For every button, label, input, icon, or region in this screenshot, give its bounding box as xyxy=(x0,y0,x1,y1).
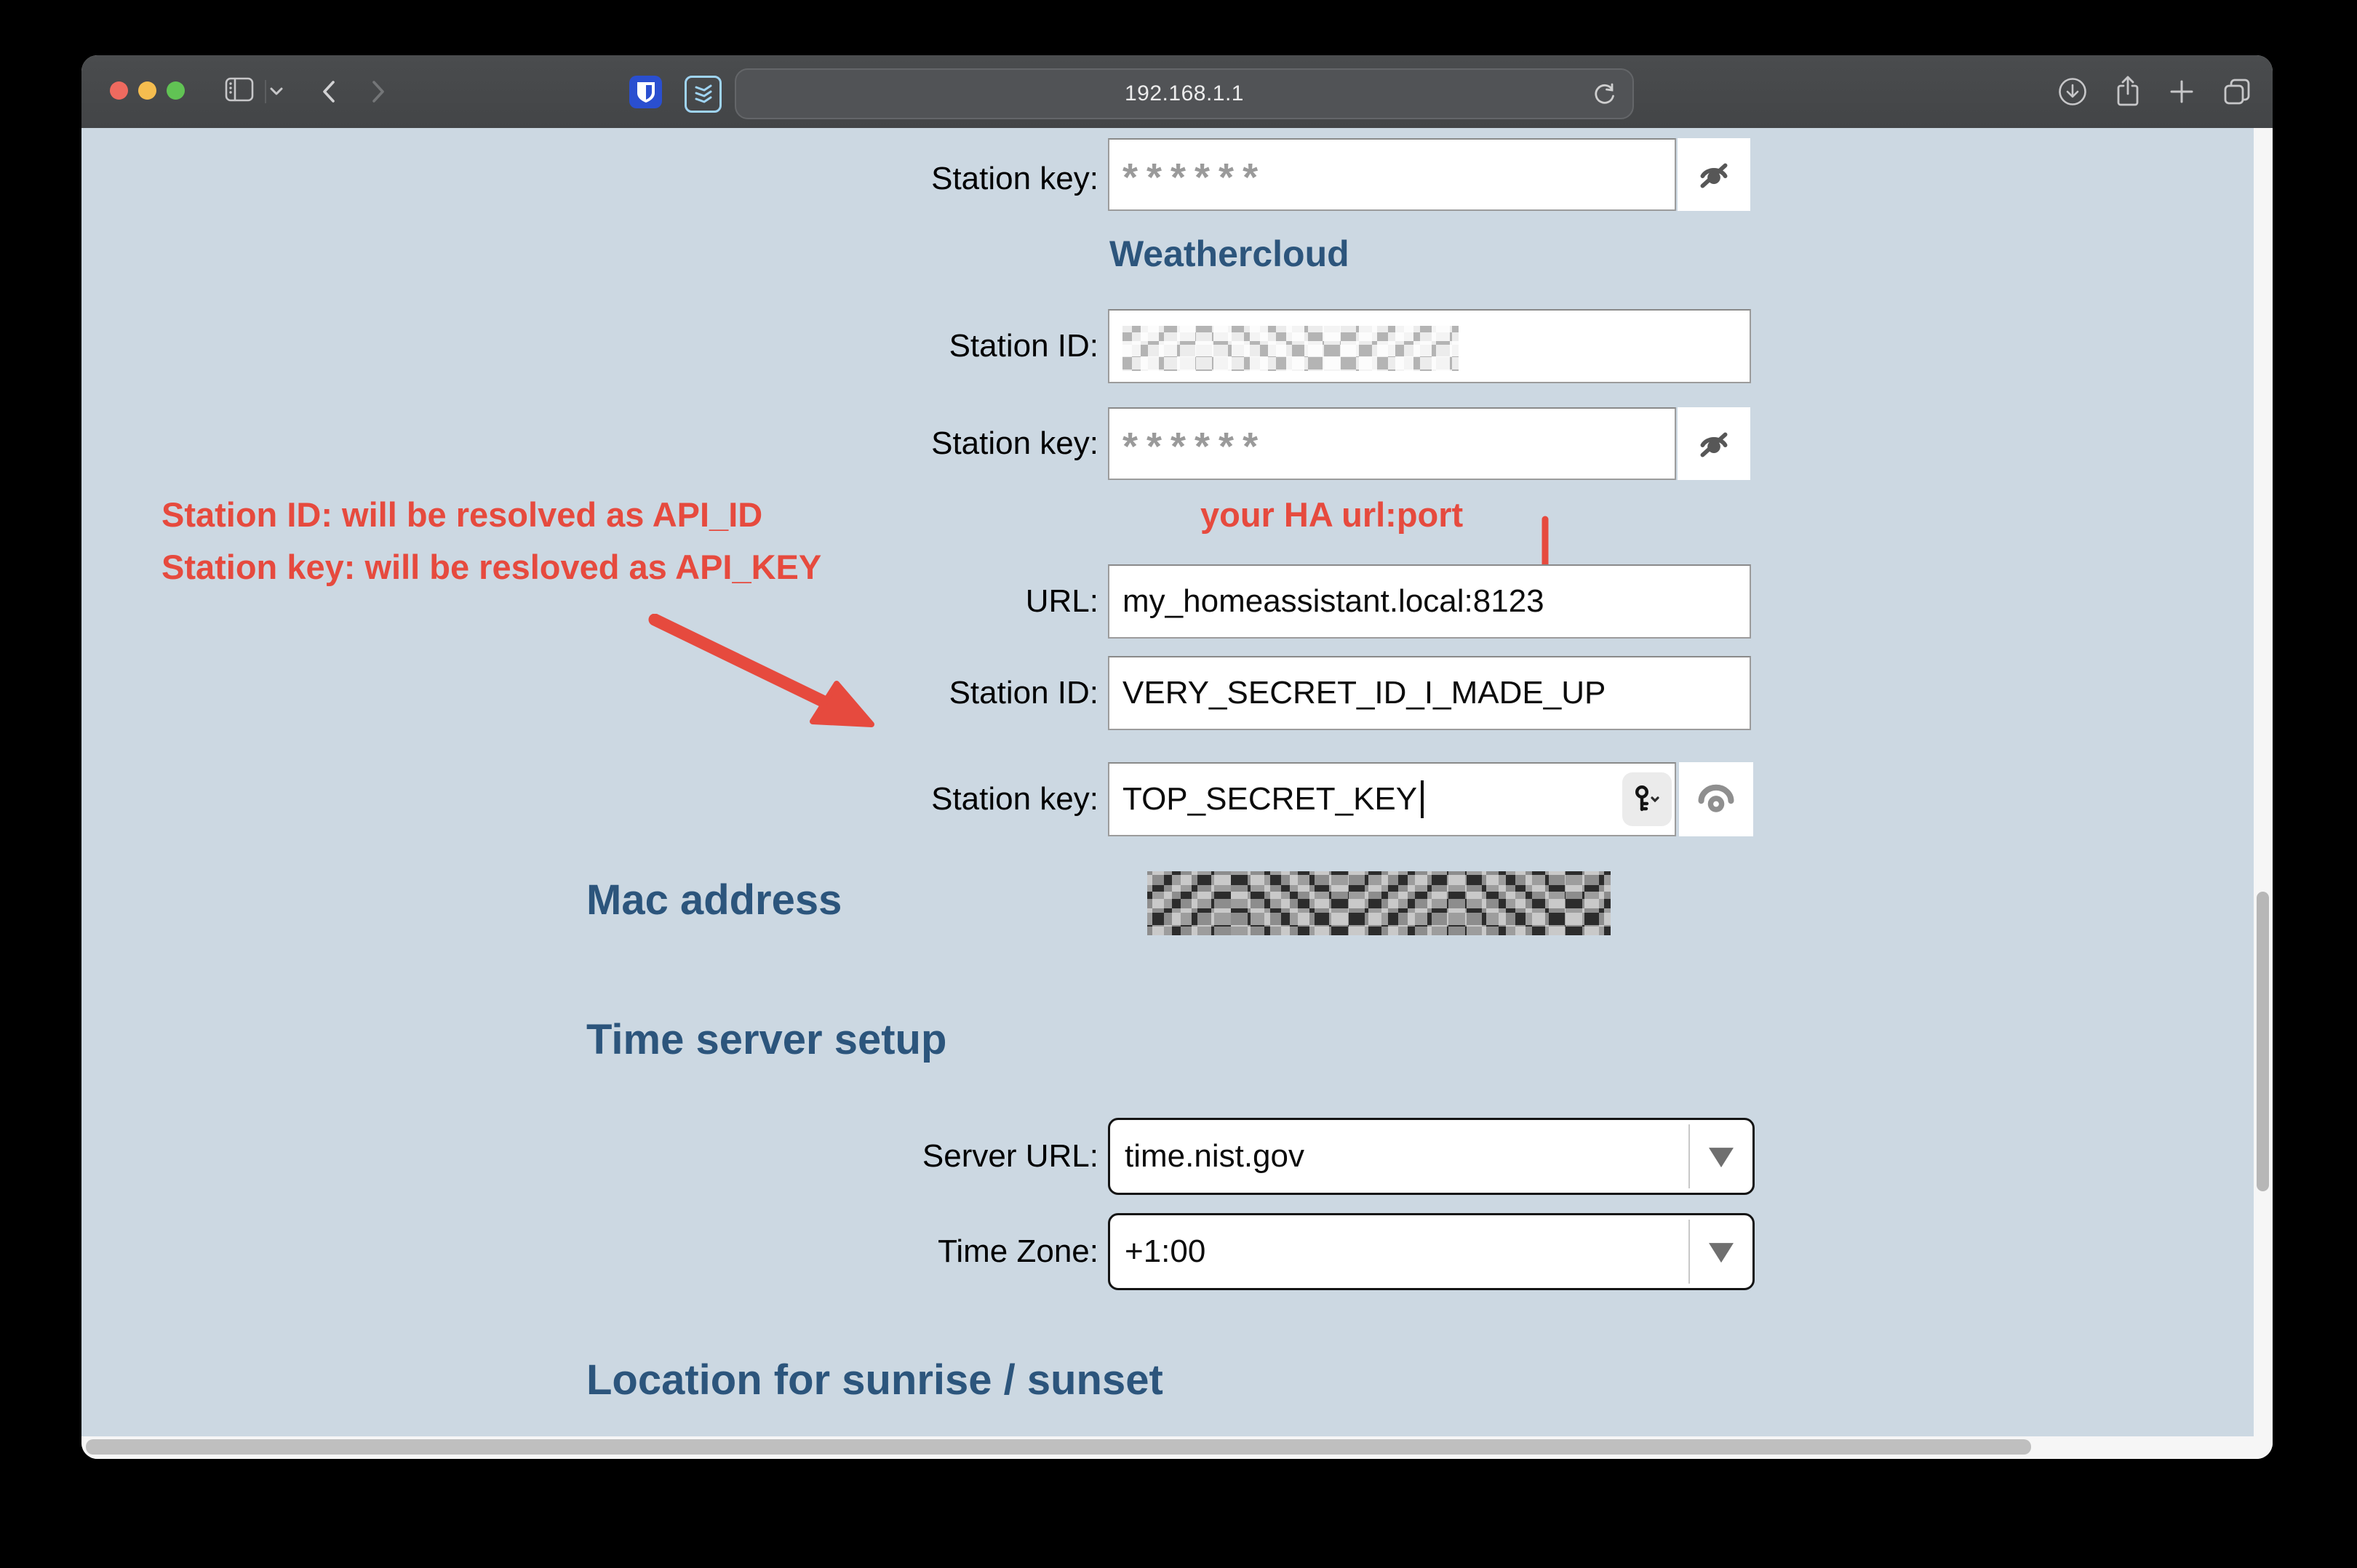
dropdown-arrow-icon xyxy=(1709,1243,1734,1263)
masked-password-text: ****** xyxy=(1122,424,1267,469)
url-value: my_homeassistant.local:8123 xyxy=(1122,583,1544,620)
station-key-label: Station key: xyxy=(786,777,1098,821)
url-label: URL: xyxy=(786,580,1098,623)
station-id-input[interactable]: VERY_SECRET_ID_I_MADE_UP xyxy=(1108,656,1751,730)
dropdown-arrow-icon xyxy=(1709,1148,1734,1167)
wc-station-id-label: Station ID: xyxy=(786,324,1098,368)
tab-overview-icon[interactable] xyxy=(2222,76,2252,107)
station-key-top-toggle-visibility-button[interactable] xyxy=(1678,138,1750,211)
wc-station-key-input[interactable]: ****** xyxy=(1108,407,1676,480)
eye-slash-icon xyxy=(1696,156,1732,193)
forward-icon[interactable] xyxy=(371,80,386,103)
address-text: 192.168.1.1 xyxy=(1125,81,1244,106)
annotation-line-2: Station key: will be resloved as API_KEY xyxy=(161,547,821,587)
redacted-mac-address-value xyxy=(1147,871,1611,935)
time-zone-select[interactable]: +1:00 xyxy=(1108,1213,1755,1290)
vertical-scrollbar-thumb[interactable] xyxy=(2257,892,2269,1191)
new-tab-icon[interactable] xyxy=(2168,78,2196,105)
select-divider xyxy=(1688,1124,1690,1188)
wc-station-key-label: Station key: xyxy=(786,422,1098,465)
minimize-window-button[interactable] xyxy=(138,81,156,100)
browser-toolbar: 192.168.1.1 xyxy=(81,55,2273,129)
zoom-window-button[interactable] xyxy=(167,81,185,100)
weathercloud-heading: Weathercloud xyxy=(1109,233,1349,275)
redacted-station-id-value xyxy=(1122,326,1459,371)
eye-icon xyxy=(1696,780,1736,818)
toolbar-separator xyxy=(265,80,266,103)
station-id-label: Station ID: xyxy=(786,671,1098,715)
station-key-value: TOP_SECRET_KEY xyxy=(1122,781,1417,817)
address-bar[interactable]: 192.168.1.1 xyxy=(735,68,1634,119)
url-input[interactable]: my_homeassistant.local:8123 xyxy=(1108,564,1751,639)
station-key-top-input[interactable]: ****** xyxy=(1108,138,1676,211)
server-url-select[interactable]: time.nist.gov xyxy=(1108,1118,1755,1195)
mac-address-heading: Mac address xyxy=(586,876,842,924)
key-icon xyxy=(1631,783,1663,815)
location-heading: Location for sunrise / sunset xyxy=(586,1356,1163,1404)
checklist-extension-icon[interactable] xyxy=(685,76,722,113)
bitwarden-extension-icon[interactable] xyxy=(629,76,662,108)
chevron-down-icon[interactable] xyxy=(270,87,283,96)
time-zone-label: Time Zone: xyxy=(786,1230,1098,1273)
station-key-top-label: Station key: xyxy=(786,157,1098,201)
station-id-value: VERY_SECRET_ID_I_MADE_UP xyxy=(1122,675,1606,711)
share-icon[interactable] xyxy=(2113,75,2143,108)
downloads-icon[interactable] xyxy=(2057,76,2088,107)
text-caret xyxy=(1421,780,1424,818)
reload-icon[interactable] xyxy=(1593,82,1616,105)
select-divider xyxy=(1688,1220,1690,1284)
wc-station-key-toggle-visibility-button[interactable] xyxy=(1678,407,1750,480)
horizontal-scrollbar-thumb[interactable] xyxy=(86,1439,2031,1455)
annotation-ha-note: your HA url:port xyxy=(1200,495,1463,535)
sidebar-icon[interactable] xyxy=(225,77,254,102)
eye-slash-icon xyxy=(1696,425,1732,462)
station-key-input[interactable]: TOP_SECRET_KEY xyxy=(1108,762,1676,836)
annotation-line-1: Station ID: will be resolved as API_ID xyxy=(161,495,762,535)
vertical-scrollbar-track[interactable] xyxy=(2254,128,2273,1459)
browser-window: 192.168.1.1 xyxy=(81,55,2273,1459)
password-autofill-button[interactable] xyxy=(1622,772,1672,826)
server-url-label: Server URL: xyxy=(786,1135,1098,1178)
station-key-toggle-visibility-button[interactable] xyxy=(1679,762,1753,836)
time-zone-value: +1:00 xyxy=(1125,1233,1205,1270)
close-window-button[interactable] xyxy=(110,81,128,100)
server-url-value: time.nist.gov xyxy=(1125,1138,1304,1175)
time-server-heading: Time server setup xyxy=(586,1015,946,1064)
back-icon[interactable] xyxy=(322,80,336,103)
masked-password-text: ****** xyxy=(1122,155,1267,200)
